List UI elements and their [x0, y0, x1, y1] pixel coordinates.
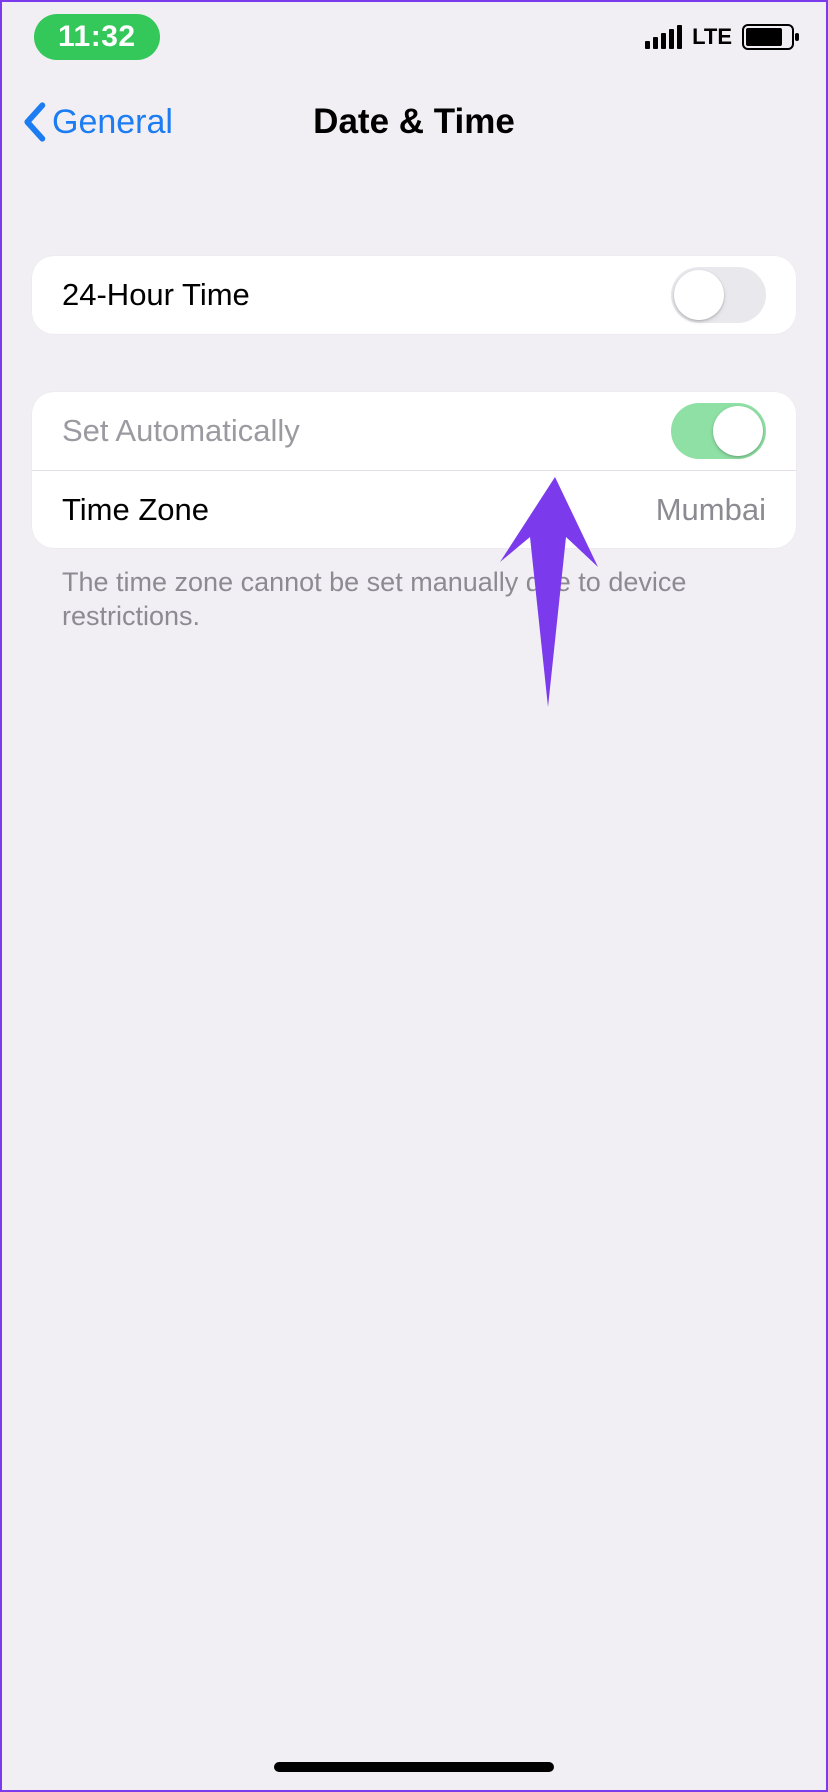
value-time-zone: Mumbai [656, 492, 766, 528]
back-button[interactable]: General [20, 102, 173, 142]
status-time: 11:32 [34, 14, 160, 60]
row-time-zone[interactable]: Time Zone Mumbai [32, 470, 796, 548]
footer-note: The time zone cannot be set manually due… [32, 548, 796, 634]
toggle-set-automatically[interactable] [671, 403, 766, 459]
group-24hour: 24-Hour Time [32, 256, 796, 334]
battery-icon [742, 24, 794, 50]
signal-icon [645, 25, 682, 49]
network-label: LTE [692, 24, 732, 50]
row-24hour[interactable]: 24-Hour Time [32, 256, 796, 334]
row-set-automatically[interactable]: Set Automatically [32, 392, 796, 470]
status-right: LTE [645, 24, 794, 50]
label-24hour: 24-Hour Time [62, 277, 250, 313]
status-bar: 11:32 LTE [2, 2, 826, 72]
toggle-24hour[interactable] [671, 267, 766, 323]
back-label: General [52, 103, 173, 142]
chevron-left-icon [20, 102, 48, 142]
content: 24-Hour Time Set Automatically Time Zone… [2, 172, 826, 634]
home-indicator[interactable] [274, 1762, 554, 1772]
label-time-zone: Time Zone [62, 492, 209, 528]
group-timezone: Set Automatically Time Zone Mumbai [32, 392, 796, 548]
nav-bar: General Date & Time [2, 72, 826, 172]
label-set-automatically: Set Automatically [62, 413, 300, 449]
page-title: Date & Time [313, 102, 515, 142]
